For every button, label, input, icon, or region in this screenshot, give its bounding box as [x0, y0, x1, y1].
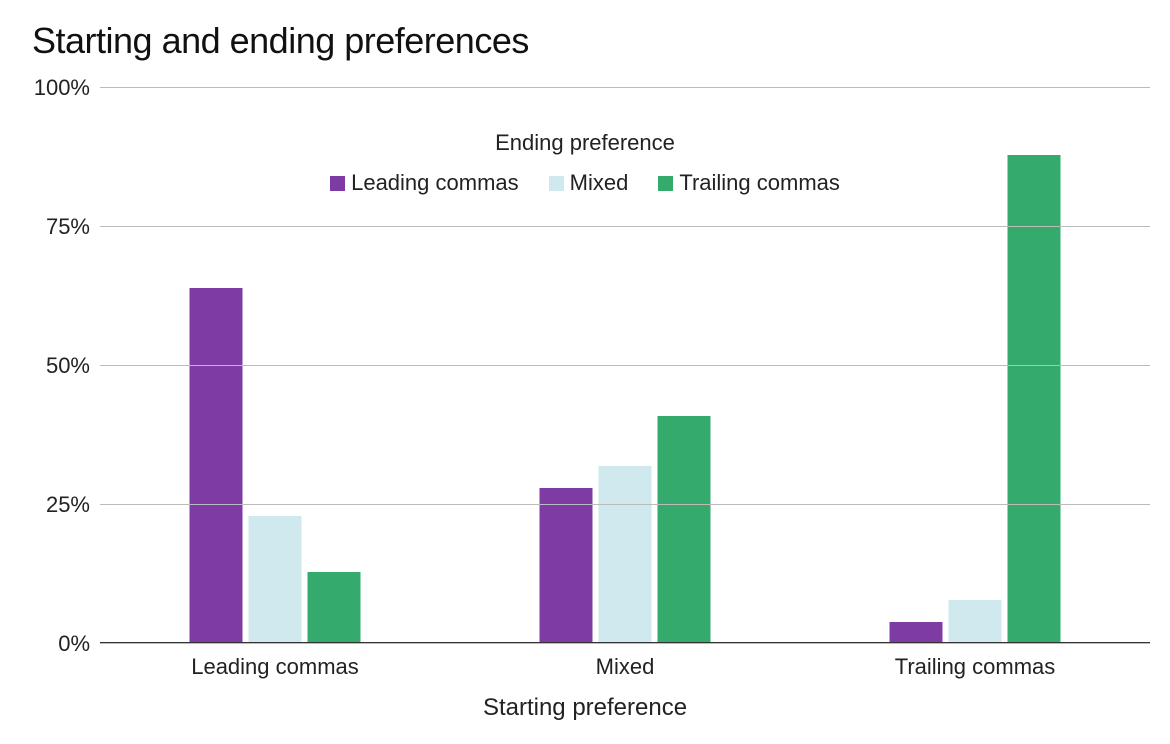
legend: Ending preference Leading commas Mixed Tra…	[325, 130, 845, 196]
bar	[190, 288, 243, 644]
bar	[949, 600, 1002, 644]
grid-line	[100, 87, 1150, 88]
bar	[890, 622, 943, 644]
y-tick-label: 0%	[30, 631, 90, 657]
legend-swatch	[549, 176, 564, 191]
legend-item: Trailing commas	[658, 170, 840, 196]
grid-line	[100, 365, 1150, 366]
chart-title: Starting and ending preferences	[30, 20, 1140, 62]
bar	[308, 572, 361, 644]
legend-items: Leading commas Mixed Trailing commas	[325, 170, 845, 196]
grid-line	[100, 504, 1150, 505]
bar	[1008, 155, 1061, 644]
grid-line	[100, 643, 1150, 644]
x-tick-label: Mixed	[596, 654, 655, 680]
bar	[249, 516, 302, 644]
y-tick-label: 75%	[30, 214, 90, 240]
bar	[599, 466, 652, 644]
y-tick-label: 100%	[30, 75, 90, 101]
grid-line	[100, 226, 1150, 227]
x-tick-label: Leading commas	[191, 654, 359, 680]
legend-swatch	[330, 176, 345, 191]
legend-label: Leading commas	[351, 170, 519, 196]
legend-swatch	[658, 176, 673, 191]
bar-group: Trailing commas	[867, 88, 1084, 644]
legend-item: Leading commas	[330, 170, 519, 196]
legend-item: Mixed	[549, 170, 629, 196]
x-tick-label: Trailing commas	[895, 654, 1056, 680]
y-tick-label: 50%	[30, 353, 90, 379]
legend-label: Mixed	[570, 170, 629, 196]
chart-container: Starting and ending preferences Ending p…	[0, 0, 1170, 744]
bar	[540, 488, 593, 644]
bar	[658, 416, 711, 644]
legend-label: Trailing commas	[679, 170, 840, 196]
legend-title: Ending preference	[325, 130, 845, 156]
y-tick-label: 25%	[30, 492, 90, 518]
x-axis-label: Starting preference	[0, 694, 1170, 722]
